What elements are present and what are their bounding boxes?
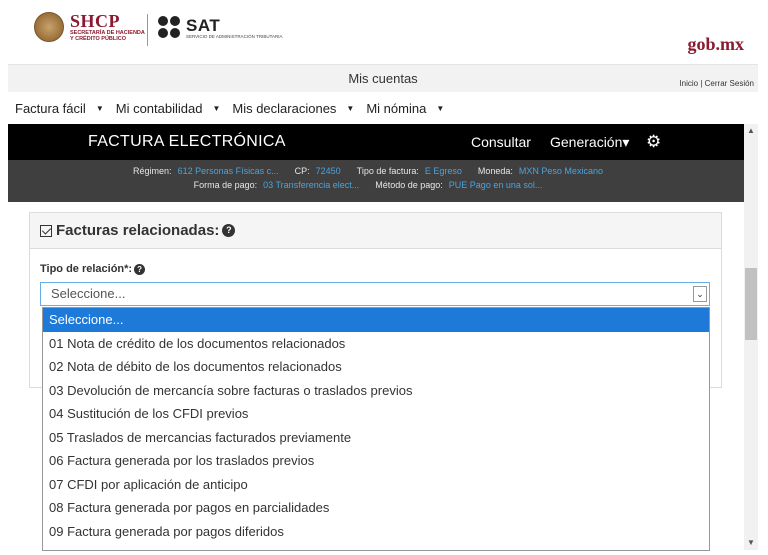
caret-down-icon: ▼ — [212, 103, 221, 113]
scroll-down-icon[interactable]: ▼ — [744, 536, 758, 550]
sat-mark-icon — [158, 16, 182, 40]
menu-factura-facil[interactable]: Factura fácil ▼ — [15, 101, 106, 116]
regimen-value: 612 Personas Físicas c... — [177, 166, 279, 176]
forma-pago-label: Forma de pago: — [193, 180, 258, 190]
gobmx-prefix: gob — [687, 34, 716, 54]
menu-mi-nomina[interactable]: Mi nómina ▼ — [366, 101, 446, 116]
generacion-label: Generación — [550, 134, 623, 150]
option-09[interactable]: 09 Factura generada por pagos diferidos — [43, 520, 709, 544]
option-07[interactable]: 07 CFDI por aplicación de anticipo — [43, 473, 709, 497]
shcp-text: SHCP SECRETARÍA DE HACIENDA Y CRÉDITO PÚ… — [70, 12, 145, 42]
tipo-factura-label: Tipo de factura: — [356, 166, 419, 176]
option-05[interactable]: 05 Traslados de mercancias facturados pr… — [43, 426, 709, 450]
chevron-down-icon[interactable]: ⌄ — [693, 286, 707, 302]
help-icon[interactable]: ? — [134, 263, 146, 275]
menu-item-label: Factura fácil — [15, 100, 86, 116]
shcp-title: SHCP — [70, 11, 121, 31]
option-04[interactable]: 04 Sustitución de los CFDI previos — [43, 402, 709, 426]
consultar-link[interactable]: Consultar — [471, 134, 531, 150]
scrollbar-thumb[interactable] — [745, 268, 757, 340]
help-icon[interactable]: ? — [222, 224, 236, 237]
mis-cuentas-bar: Mis cuentas Inicio | Cerrar Sesión — [8, 64, 758, 92]
factura-electronica-bar: FACTURA ELECTRÓNICA Consultar Generación… — [8, 124, 744, 160]
site-header: SHCP SECRETARÍA DE HACIENDA Y CRÉDITO PÚ… — [0, 0, 768, 64]
info-row-2: Forma de pago: 03 Transferencia elect...… — [8, 180, 744, 190]
sat-title: SAT — [186, 16, 221, 35]
gear-icon[interactable]: ⚙ — [646, 132, 661, 152]
tipo-relacion-label: Tipo de relación*: ? — [40, 263, 146, 275]
scroll-up-icon[interactable]: ▲ — [744, 124, 758, 138]
sat-logo[interactable]: SAT SERVICIO DE ADMINISTRACIÓN TRIBUTARI… — [158, 16, 283, 40]
panel-title: Facturas relacionadas: ? — [40, 222, 236, 239]
cp-value: 72450 — [315, 166, 341, 176]
moneda-label: Moneda: — [477, 166, 513, 176]
option-02[interactable]: 02 Nota de débito de los documentos rela… — [43, 355, 709, 379]
logo-divider — [147, 14, 148, 46]
info-row-1: Régimen: 612 Personas Físicas c... CP: 7… — [8, 166, 744, 176]
tipo-relacion-label-text: Tipo de relación*: — [40, 263, 133, 275]
caret-down-icon: ▼ — [346, 103, 355, 113]
metodo-pago-value: PUE Pago en una sol... — [448, 180, 543, 190]
option-08[interactable]: 08 Factura generada por pagos en parcial… — [43, 496, 709, 520]
caret-down-icon: ▼ — [95, 103, 104, 113]
factura-electronica-title: FACTURA ELECTRÓNICA — [88, 133, 286, 150]
cerrar-sesion-link[interactable]: Cerrar Sesión — [705, 79, 754, 88]
account-links: Inicio | Cerrar Sesión — [679, 79, 754, 88]
inicio-link[interactable]: Inicio — [679, 79, 698, 88]
menu-mis-declaraciones[interactable]: Mis declaraciones ▼ — [232, 101, 356, 116]
option-seleccione[interactable]: Seleccione... — [43, 308, 709, 332]
mexico-seal-icon — [34, 12, 64, 42]
caret-down-icon: ▾ — [622, 134, 630, 150]
checkbox-icon[interactable] — [40, 224, 52, 237]
sat-subtitle: SERVICIO DE ADMINISTRACIÓN TRIBUTARIA — [186, 34, 283, 39]
tipo-relacion-select[interactable]: Seleccione... ⌄ — [40, 282, 710, 306]
link-separator: | — [700, 79, 703, 88]
gobmx-suffix: .mx — [715, 34, 745, 54]
option-03[interactable]: 03 Devolución de mercancía sobre factura… — [43, 379, 709, 403]
menu-item-label: Mi contabilidad — [115, 100, 203, 116]
regimen-label: Régimen: — [133, 166, 172, 176]
moneda-value: MXN Peso Mexicano — [518, 166, 603, 176]
page-root: SHCP SECRETARÍA DE HACIENDA Y CRÉDITO PÚ… — [0, 0, 768, 555]
panel-title-text: Facturas relacionadas: — [56, 222, 220, 239]
option-06[interactable]: 06 Factura generada por los traslados pr… — [43, 449, 709, 473]
panel-header: Facturas relacionadas: ? — [30, 213, 721, 249]
forma-pago-value: 03 Transferencia elect... — [263, 180, 360, 190]
metodo-pago-label: Método de pago: — [375, 180, 443, 190]
tipo-factura-value: E Egreso — [424, 166, 462, 176]
sat-text: SAT SERVICIO DE ADMINISTRACIÓN TRIBUTARI… — [186, 17, 283, 39]
shcp-logo[interactable]: SHCP SECRETARÍA DE HACIENDA Y CRÉDITO PÚ… — [34, 12, 145, 42]
cp-label: CP: — [294, 166, 310, 176]
shcp-subtitle-line2: Y CRÉDITO PÚBLICO — [70, 36, 127, 42]
option-01[interactable]: 01 Nota de crédito de los documentos rel… — [43, 332, 709, 356]
gobmx-logo[interactable]: gob.mx — [687, 34, 744, 55]
select-current-value: Seleccione... — [51, 286, 126, 301]
caret-down-icon: ▼ — [436, 103, 445, 113]
menu-mi-contabilidad[interactable]: Mi contabilidad ▼ — [116, 101, 223, 116]
menu-item-label: Mi nómina — [366, 100, 427, 116]
invoice-info-bar: Régimen: 612 Personas Físicas c... CP: 7… — [8, 160, 744, 202]
generacion-dropdown[interactable]: Generación▾ — [550, 134, 629, 151]
tipo-relacion-options: Seleccione... 01 Nota de crédito de los … — [42, 307, 710, 551]
main-menu: Factura fácil ▼ Mi contabilidad ▼ Mis de… — [8, 94, 758, 122]
mis-cuentas-title: Mis cuentas — [348, 71, 418, 86]
menu-item-label: Mis declaraciones — [232, 100, 337, 116]
